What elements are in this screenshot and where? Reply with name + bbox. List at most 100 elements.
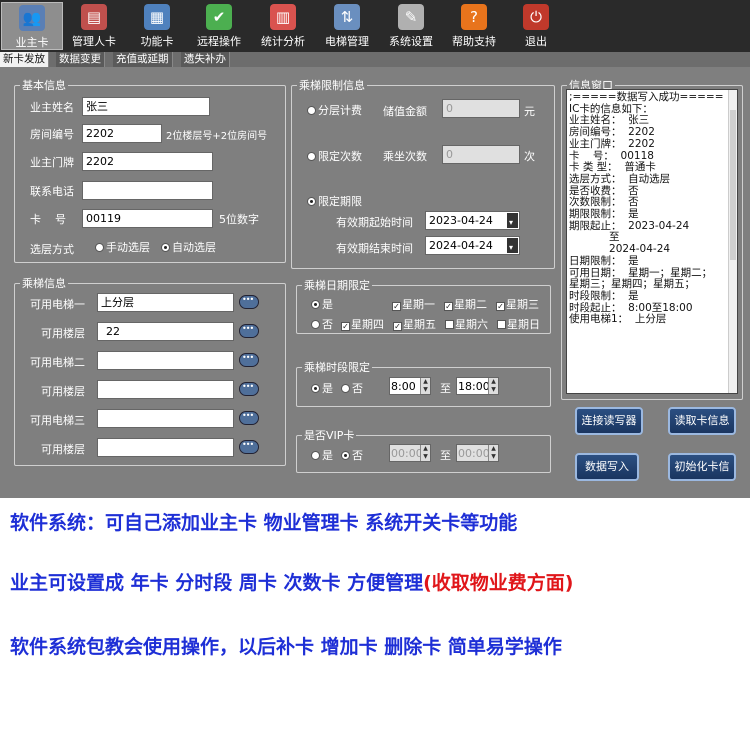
time-from-field[interactable]: 8:00 ▲ ▼	[389, 377, 431, 395]
more-options-icon[interactable]	[239, 411, 259, 425]
wrench-icon: ✎	[398, 4, 424, 30]
vip-from-field[interactable]: 00:00 ▲ ▼	[389, 444, 431, 462]
auto-floor-radio[interactable]: 自动选层	[161, 239, 216, 255]
help-icon: ?	[461, 4, 487, 30]
elevator-mgmt-toolbar-button[interactable]: ⇅ 电梯管理	[316, 2, 378, 50]
time-spinner[interactable]: ▲ ▼	[488, 445, 498, 461]
remote-op-toolbar-button[interactable]: ✔ 远程操作	[188, 2, 250, 50]
floor-select-field[interactable]: 22	[97, 322, 234, 341]
ride-row-label: 可用楼层	[41, 443, 85, 456]
info-scrollbar[interactable]	[728, 90, 737, 393]
elevator-select-field[interactable]: 上分层	[97, 293, 234, 312]
connect-reader-button[interactable]: 连接读写器	[575, 407, 643, 435]
time-limit-no-label: 否	[352, 382, 363, 395]
info-log-line: ;=====数据写入成功=====	[569, 91, 724, 103]
elevator-select-field[interactable]	[97, 409, 234, 428]
owner-card-toolbar-button[interactable]: 👥 业主卡	[1, 2, 63, 50]
toolbar-button-label: 帮助支持	[452, 35, 496, 48]
ride-row-label: 可用楼层	[41, 385, 85, 398]
vip-to-field[interactable]: 00:00 ▲ ▼	[456, 444, 499, 462]
more-options-icon[interactable]	[239, 324, 259, 338]
radio-dot	[311, 320, 320, 329]
time-limit-yes-radio[interactable]: 是	[311, 380, 333, 396]
system-settings-toolbar-button[interactable]: ✎ 系统设置	[380, 2, 442, 50]
admin-card-toolbar-button[interactable]: ▤ 管理人卡	[63, 2, 125, 50]
read-card-button[interactable]: 读取卡信息	[668, 407, 736, 435]
statistics-toolbar-button[interactable]: ▥ 统计分析	[252, 2, 314, 50]
time-limit-legend: 乘梯时段限定	[302, 361, 372, 374]
init-card-button[interactable]: 初始化卡信	[668, 453, 736, 481]
owner-name-field[interactable]: 张三	[82, 97, 210, 116]
count-limit-radio[interactable]: 限定次数	[307, 148, 362, 164]
tab-data-change[interactable]: 数据变更	[56, 52, 105, 67]
stored-value-field[interactable]: 0	[442, 99, 520, 118]
weekday-checkbox[interactable]: ✓ 星期五	[393, 316, 436, 332]
radio-dot	[341, 384, 350, 393]
weekday-checkbox[interactable]: 星期六	[445, 316, 488, 332]
weekday-checkbox[interactable]: ✓ 星期二	[444, 296, 487, 312]
id-card-icon: ▤	[81, 4, 107, 30]
time-limit-no-radio[interactable]: 否	[341, 380, 363, 396]
date-limit-legend: 乘梯日期限定	[302, 279, 372, 292]
time-to-field[interactable]: 18:00 ▲ ▼	[456, 377, 499, 395]
ride-row-label: 可用电梯二	[30, 356, 85, 369]
card-number-field[interactable]: 00119	[82, 209, 213, 228]
elevator-select-field[interactable]	[97, 351, 234, 370]
function-card-toolbar-button[interactable]: ▦ 功能卡	[126, 2, 188, 50]
floor-fee-label: 分层计费	[318, 104, 362, 117]
promo-line-3: 软件系统包教会使用操作，以后补卡 增加卡 删除卡 简单易学操作	[10, 636, 562, 658]
time-spinner[interactable]: ▲ ▼	[488, 378, 498, 394]
floor-select-field[interactable]	[97, 380, 234, 399]
vip-no-radio[interactable]: 否	[341, 447, 363, 463]
end-date-label: 有效期结束时间	[336, 242, 413, 255]
more-options-icon[interactable]	[239, 295, 259, 309]
calendar-dropdown-icon[interactable]	[507, 213, 518, 229]
time-spinner[interactable]: ▲ ▼	[420, 378, 430, 394]
more-options-icon[interactable]	[239, 440, 259, 454]
radio-dot-selected	[161, 243, 170, 252]
time-to-value: 18:00	[458, 380, 490, 393]
ride-count-field[interactable]: 0	[442, 145, 520, 164]
floor-mode-label: 选层方式	[30, 243, 74, 256]
stored-value-unit: 元	[524, 105, 535, 118]
weekday-checkbox[interactable]: ✓ 星期一	[392, 296, 435, 312]
help-support-toolbar-button[interactable]: ? 帮助支持	[443, 2, 505, 50]
end-date-field[interactable]: 2024-04-24	[425, 236, 520, 255]
floor-fee-radio[interactable]: 分层计费	[307, 102, 362, 118]
date-limit-no-radio[interactable]: 否	[311, 316, 333, 332]
owner-name-label: 业主姓名	[30, 101, 74, 114]
info-log-line: 日期限制： 是	[569, 254, 639, 267]
radio-dot	[307, 152, 316, 161]
time-to-label: 至	[440, 382, 451, 395]
date-limit-yes-radio[interactable]: 是	[311, 296, 333, 312]
more-options-icon[interactable]	[239, 353, 259, 367]
scrollbar-thumb[interactable]	[730, 110, 736, 260]
more-options-icon[interactable]	[239, 382, 259, 396]
date-limit-yes-label: 是	[322, 298, 333, 311]
room-number-field[interactable]: 2202	[82, 124, 162, 143]
floor-select-field[interactable]	[97, 438, 234, 457]
ride-count-label: 乘坐次数	[383, 150, 427, 163]
app-window: 👥 业主卡 ▤ 管理人卡 ▦ 功能卡 ✔ 远程操作 ▥ 统计分析 ⇅ 电梯管理 ✎ 系统设置? 帮助支持 ⏻ 退…	[0, 0, 750, 498]
weekday-checkbox[interactable]: 星期日	[497, 316, 540, 332]
exit-toolbar-button[interactable]: ⏻ 退出	[505, 2, 567, 50]
card-number-hint: 5位数字	[219, 213, 259, 226]
info-window[interactable]: ;=====数据写入成功===== IC卡的信息如下： 业主姓名： 张三 房间编号： …	[566, 89, 738, 394]
period-limit-radio[interactable]: 限定期限	[307, 193, 362, 209]
calendar-dropdown-icon[interactable]	[507, 238, 518, 254]
phone-field[interactable]	[82, 181, 213, 200]
tab-recharge[interactable]: 充值或延期	[113, 52, 173, 67]
toolbar-button-label: 远程操作	[197, 35, 241, 48]
write-data-button[interactable]: 数据写入	[575, 453, 639, 481]
tab-lost-reissue[interactable]: 遗失补办	[181, 52, 230, 67]
manual-floor-radio[interactable]: 手动选层	[95, 239, 150, 255]
tab-new-card[interactable]: 新卡发放	[0, 52, 49, 67]
weekday-checkbox[interactable]: ✓ 星期四	[341, 316, 384, 332]
start-date-field[interactable]: 2023-04-24	[425, 211, 520, 230]
vip-yes-radio[interactable]: 是	[311, 447, 333, 463]
time-spinner[interactable]: ▲ ▼	[420, 445, 430, 461]
radio-dot-selected	[307, 197, 316, 206]
door-number-field[interactable]: 2202	[82, 152, 213, 171]
start-date-value: 2023-04-24	[429, 214, 493, 227]
weekday-checkbox[interactable]: ✓ 星期三	[496, 296, 539, 312]
